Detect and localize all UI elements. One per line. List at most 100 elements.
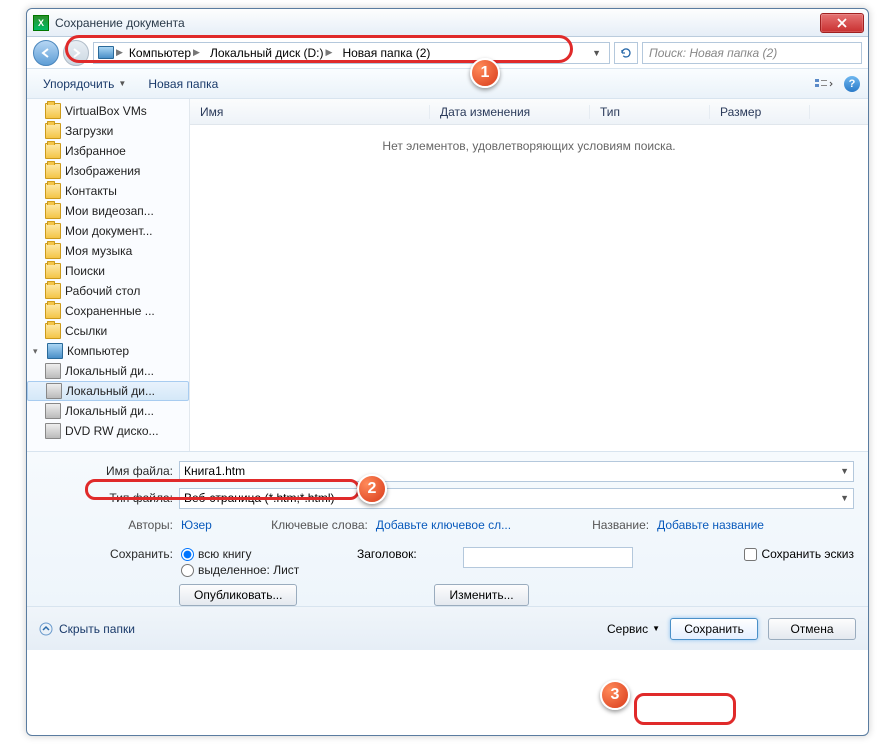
col-size[interactable]: Размер [710, 105, 810, 119]
keywords-add[interactable]: Добавьте ключевое сл... [376, 518, 511, 532]
folder-icon [45, 243, 61, 259]
back-button[interactable] [33, 40, 59, 66]
chevron-down-icon: ▼ [652, 624, 660, 633]
excel-icon: X [33, 15, 49, 31]
folder-icon [45, 143, 61, 159]
refresh-button[interactable] [614, 42, 638, 64]
tree-item[interactable]: Мои видеозап... [27, 201, 189, 221]
new-folder-button[interactable]: Новая папка [140, 73, 226, 95]
breadcrumb-dropdown[interactable]: ▼ [588, 48, 605, 58]
search-input[interactable]: Поиск: Новая папка (2) [642, 42, 862, 64]
save-button[interactable]: Сохранить [670, 618, 758, 640]
tree-item[interactable]: Загрузки [27, 121, 189, 141]
folder-icon [45, 263, 61, 279]
tree-item[interactable]: Мои документ... [27, 221, 189, 241]
tree-item[interactable]: Рабочий стол [27, 281, 189, 301]
tree-item-drive[interactable]: Локальный ди... [27, 361, 189, 381]
folder-icon [45, 323, 61, 339]
authors-label: Авторы: [41, 518, 173, 532]
publish-button[interactable]: Опубликовать... [179, 584, 297, 606]
radio-selection[interactable]: выделенное: Лист [181, 563, 351, 577]
help-button[interactable]: ? [844, 76, 860, 92]
filetype-select[interactable]: Веб-страница (*.htm;*.html)▼ [179, 488, 854, 509]
close-icon [837, 18, 847, 28]
change-button[interactable]: Изменить... [434, 584, 528, 606]
tree-item-drive[interactable]: Локальный ди... [27, 401, 189, 421]
footer: Скрыть папки Сервис▼ Сохранить Отмена [27, 606, 868, 650]
tree-item-dvd[interactable]: DVD RW диско... [27, 421, 189, 441]
tree-item[interactable]: Моя музыка [27, 241, 189, 261]
filename-label: Имя файла: [41, 464, 173, 478]
empty-message: Нет элементов, удовлетворяющих условиям … [190, 125, 868, 167]
folder-icon [45, 203, 61, 219]
folder-icon [45, 163, 61, 179]
computer-icon [47, 343, 63, 359]
chevron-up-icon [39, 622, 53, 636]
filetype-label: Тип файла: [41, 491, 173, 505]
cancel-button[interactable]: Отмена [768, 618, 856, 640]
folder-icon [45, 283, 61, 299]
chevron-down-icon: ▼ [840, 466, 849, 476]
folder-icon [45, 103, 61, 119]
organize-button[interactable]: Упорядочить ▼ [35, 73, 134, 95]
expand-icon: ▾ [33, 346, 43, 357]
main-area: VirtualBox VMs Загрузки Избранное Изобра… [27, 99, 868, 451]
chevron-down-icon: ▼ [840, 493, 849, 503]
dialog-title: Сохранение документа [55, 16, 820, 30]
tree-item-drive[interactable]: Локальный ди... [27, 381, 189, 401]
view-icon [814, 77, 834, 91]
drive-icon [45, 363, 61, 379]
tree-item[interactable]: Поиски [27, 261, 189, 281]
breadcrumb-seg-drive[interactable]: Локальный диск (D:)▶ [206, 43, 336, 63]
close-button[interactable] [820, 13, 864, 33]
titlebar[interactable]: X Сохранение документа [27, 9, 868, 37]
nav-tree[interactable]: VirtualBox VMs Загрузки Избранное Изобра… [27, 99, 190, 451]
authors-value[interactable]: Юзер [181, 518, 212, 532]
forward-button[interactable] [63, 40, 89, 66]
header-input[interactable] [463, 547, 633, 568]
arrow-right-icon [70, 47, 82, 59]
col-date[interactable]: Дата изменения [430, 105, 590, 119]
address-row: ▶ Компьютер▶ Локальный диск (D:)▶ Новая … [27, 37, 868, 69]
tree-item[interactable]: Изображения [27, 161, 189, 181]
tree-item[interactable]: Ссылки [27, 321, 189, 341]
breadcrumb-seg-folder[interactable]: Новая папка (2) [338, 43, 434, 63]
service-menu[interactable]: Сервис▼ [607, 622, 660, 636]
radio-whole-book[interactable]: всю книгу [181, 547, 351, 561]
tree-item[interactable]: Контакты [27, 181, 189, 201]
toolbar: Упорядочить ▼ Новая папка ? [27, 69, 868, 99]
view-button[interactable] [810, 73, 838, 95]
folder-icon [45, 123, 61, 139]
hide-folders-button[interactable]: Скрыть папки [39, 622, 135, 636]
refresh-icon [619, 46, 633, 60]
title-add[interactable]: Добавьте название [657, 518, 764, 532]
file-pane: Имя Дата изменения Тип Размер Нет элемен… [190, 99, 868, 451]
search-placeholder: Поиск: Новая папка (2) [649, 46, 777, 60]
dvd-icon [45, 423, 61, 439]
tree-item[interactable]: Сохраненные ... [27, 301, 189, 321]
breadcrumb-seg-computer[interactable]: Компьютер▶ [125, 43, 204, 63]
save-dialog: X Сохранение документа ▶ Компьютер▶ Лока… [26, 8, 869, 736]
folder-icon [45, 303, 61, 319]
folder-icon [45, 223, 61, 239]
keywords-label: Ключевые слова: [220, 518, 368, 532]
tree-item[interactable]: Избранное [27, 141, 189, 161]
header-label: Заголовок: [357, 547, 457, 561]
column-headers[interactable]: Имя Дата изменения Тип Размер [190, 99, 868, 125]
col-type[interactable]: Тип [590, 105, 710, 119]
title-label: Название: [519, 518, 649, 532]
breadcrumb[interactable]: ▶ Компьютер▶ Локальный диск (D:)▶ Новая … [93, 42, 610, 64]
folder-icon [45, 183, 61, 199]
drive-icon [46, 383, 62, 399]
col-name[interactable]: Имя [190, 105, 430, 119]
computer-icon [98, 46, 114, 59]
tree-item[interactable]: VirtualBox VMs [27, 101, 189, 121]
filename-input[interactable]: Книга1.htm▼ [179, 461, 854, 482]
thumbnail-checkbox[interactable]: Сохранить эскиз [744, 547, 854, 561]
save-scope-label: Сохранить: [41, 547, 173, 561]
chevron-right-icon: ▶ [116, 47, 123, 58]
arrow-left-icon [40, 47, 52, 59]
lower-panel: Имя файла: Книга1.htm▼ Тип файла: Веб-ст… [27, 451, 868, 606]
chevron-down-icon: ▼ [118, 79, 126, 88]
tree-item-computer[interactable]: ▾Компьютер [27, 341, 189, 361]
